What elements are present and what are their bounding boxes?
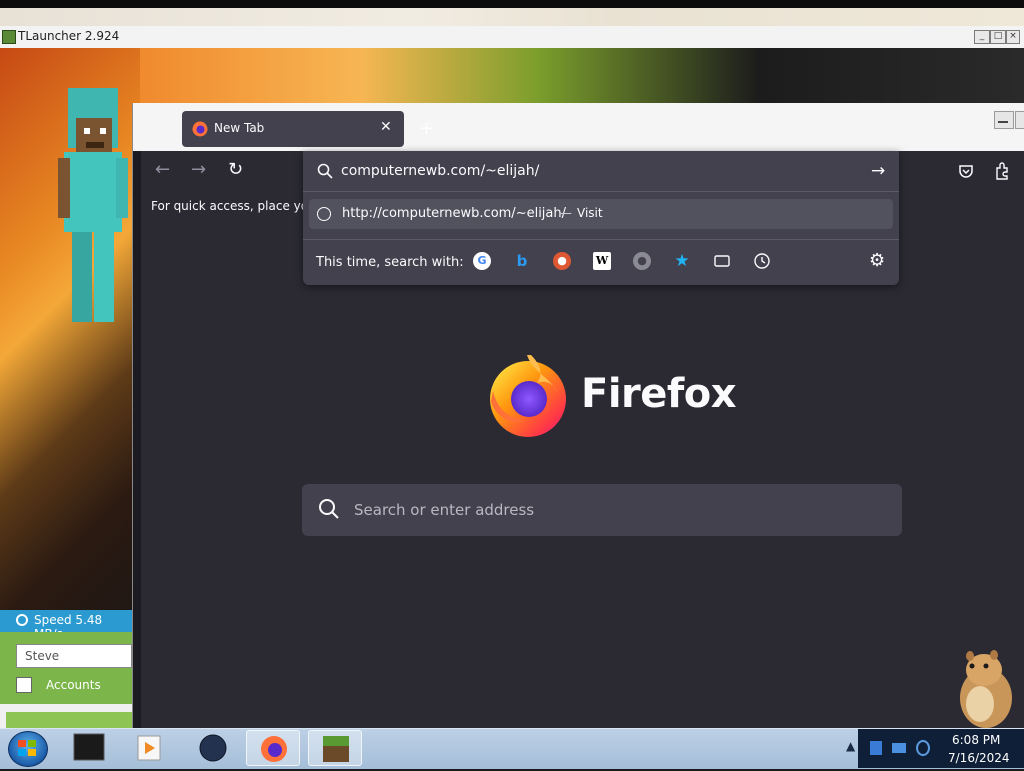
bookmarks-star-icon[interactable]: ★ xyxy=(673,252,691,270)
tlauncher-titlebar[interactable]: TLauncher 2.924 xyxy=(0,26,1024,49)
extensions-icon[interactable] xyxy=(994,162,1010,180)
tlauncher-minimize-button[interactable]: _ xyxy=(974,30,990,44)
download-speed-bar: Speed 5.48 MB/s xyxy=(0,610,132,641)
taskbar-globe-app[interactable] xyxy=(186,730,240,766)
globe-icon xyxy=(317,207,331,221)
minimize-icon xyxy=(998,121,1008,123)
globe-app-icon xyxy=(199,734,227,762)
tlauncher-title: TLauncher 2.924 xyxy=(18,29,120,43)
media-player-icon xyxy=(137,735,161,761)
history-icon[interactable] xyxy=(753,252,771,270)
divider xyxy=(303,239,899,240)
tab-new-tab[interactable]: New Tab ✕ xyxy=(182,111,404,147)
google-icon[interactable]: G xyxy=(473,252,491,270)
hamster-image xyxy=(960,650,1012,728)
clock-time[interactable]: 6:08 PM xyxy=(952,733,1000,747)
speed-icon xyxy=(16,614,28,626)
suggestion-dash: — xyxy=(559,206,572,221)
urlbar-search-icon xyxy=(317,163,333,179)
firefox-logo-icon xyxy=(490,355,566,437)
urlbar-suggestion-visit[interactable]: http://computernewb.com/~elijah/ — Visit xyxy=(309,199,893,229)
close-tab-icon[interactable]: ✕ xyxy=(380,119,392,135)
tab-label: New Tab xyxy=(214,121,265,135)
new-tab-search-box[interactable]: Search or enter address xyxy=(302,484,902,536)
reload-button[interactable]: ↻ xyxy=(228,159,243,180)
taskbar-firefox[interactable] xyxy=(246,730,300,766)
tlauncher-login-panel xyxy=(0,632,132,704)
new-tab-button[interactable]: + xyxy=(419,118,434,139)
tabs-icon[interactable] xyxy=(713,252,731,270)
back-button[interactable]: ← xyxy=(155,159,170,180)
network-icon[interactable] xyxy=(892,743,906,753)
firefox-taskbar-icon xyxy=(261,736,287,762)
wallpaper-strip xyxy=(0,0,1024,8)
bing-icon[interactable]: b xyxy=(513,252,531,270)
tlauncher-play-bar[interactable] xyxy=(6,712,132,728)
suggestion-action: Visit xyxy=(577,206,603,220)
divider xyxy=(303,191,899,192)
accounts-label: Accounts xyxy=(46,678,101,692)
tlauncher-logo-icon xyxy=(2,30,16,44)
pocket-icon[interactable] xyxy=(958,163,974,179)
tlauncher-close-button[interactable]: × xyxy=(1006,30,1020,44)
duckduckgo-icon[interactable]: ● xyxy=(553,252,571,270)
search-settings-gear-icon[interactable]: ⚙ xyxy=(869,250,885,271)
show-hidden-icons-button[interactable]: ▲ xyxy=(846,739,855,753)
url-input[interactable]: computernewb.com/~elijah/ xyxy=(341,163,539,179)
taskbar-tlauncher[interactable] xyxy=(308,730,362,766)
search-icon xyxy=(319,499,339,519)
search-with-label: This time, search with: xyxy=(316,255,464,270)
tlauncher-maximize-button[interactable]: □ xyxy=(990,30,1006,44)
search-placeholder: Search or enter address xyxy=(354,501,535,519)
search-engine-icon[interactable]: ● xyxy=(633,252,651,270)
suggestion-url: http://computernewb.com/~elijah/ xyxy=(342,206,567,221)
wikipedia-icon[interactable]: W xyxy=(593,252,611,270)
terminal-icon xyxy=(73,733,105,761)
firefox-window: New Tab ✕ + ← → ↻ For quick access, plac… xyxy=(132,103,1024,728)
username-value: Steve xyxy=(25,649,60,663)
taskbar-media-player[interactable] xyxy=(122,730,176,766)
new-tab-page xyxy=(141,221,1024,728)
clock-date[interactable]: 7/16/2024 xyxy=(948,751,1010,765)
minecraft-character-image xyxy=(58,88,128,322)
taskbar-terminal-app[interactable] xyxy=(62,730,116,766)
firefox-minimize-button[interactable] xyxy=(994,111,1014,129)
go-arrow-button[interactable]: → xyxy=(871,161,885,181)
firefox-favicon-icon xyxy=(192,121,208,137)
firefox-wordmark: Firefox xyxy=(581,371,737,417)
windows-logo-icon xyxy=(18,740,36,756)
tlauncher-taskbar-icon xyxy=(323,736,349,762)
tlauncher-background-art xyxy=(140,48,1024,104)
urlbar-dropdown: computernewb.com/~elijah/ → http://compu… xyxy=(303,151,899,285)
forward-button[interactable]: → xyxy=(191,159,206,180)
firefox-maximize-button[interactable] xyxy=(1015,111,1024,129)
accounts-checkbox[interactable] xyxy=(16,677,32,693)
username-field[interactable]: Steve xyxy=(16,644,132,668)
volume-icon[interactable] xyxy=(916,740,930,756)
tray-app-icon[interactable] xyxy=(870,741,882,755)
